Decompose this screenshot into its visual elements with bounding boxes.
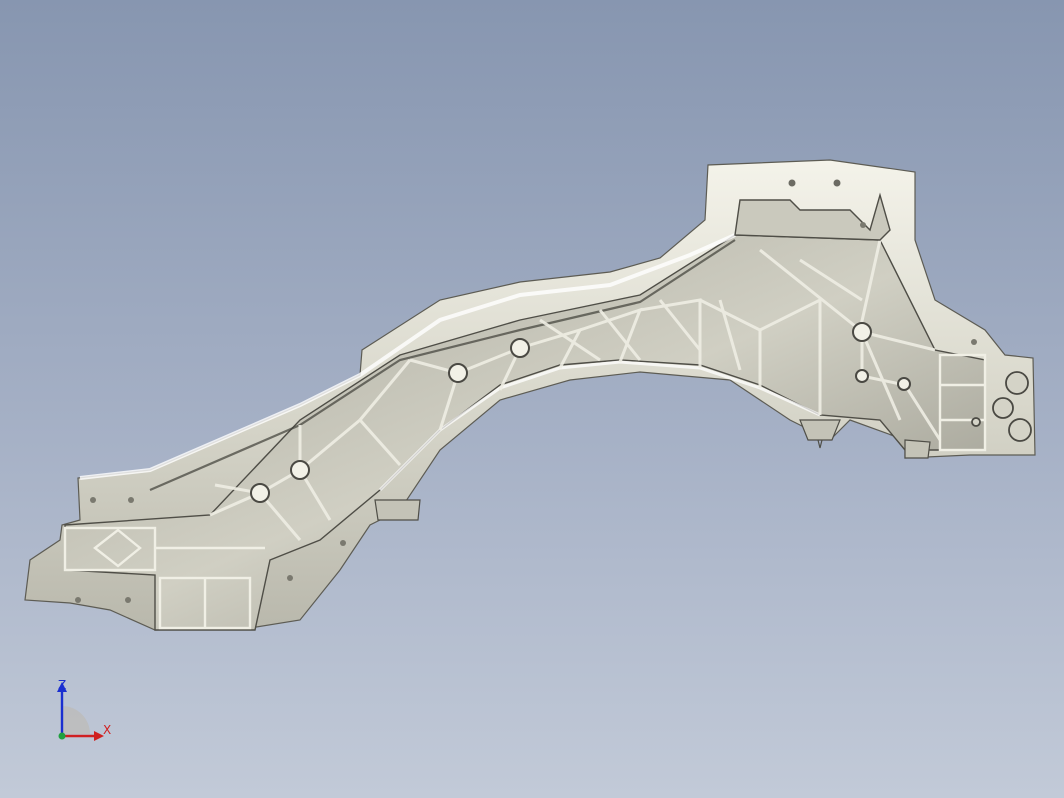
cad-part-model[interactable]: [0, 0, 1064, 798]
z-axis-label: Z: [58, 678, 67, 692]
orientation-triad[interactable]: Z X: [40, 670, 130, 760]
graphics-viewport[interactable]: Z X: [0, 0, 1064, 798]
x-axis-label: X: [103, 723, 112, 737]
triad-axes: [57, 682, 104, 741]
